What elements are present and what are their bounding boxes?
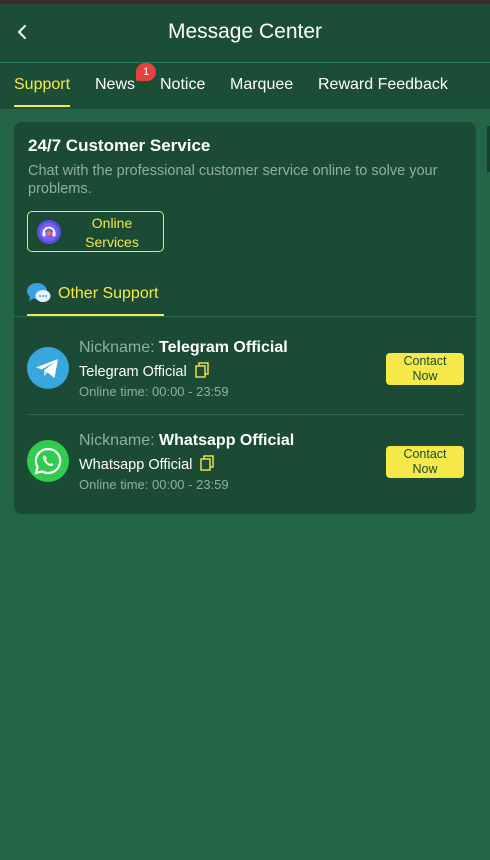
news-badge: 1 xyxy=(136,63,156,81)
contact-now-label: Contact Now xyxy=(403,447,447,476)
tab-support[interactable]: Support xyxy=(14,76,70,94)
online-time-label: Online time: xyxy=(79,384,149,399)
page-title: Message Center xyxy=(167,20,323,43)
nickname-label: Nickname: xyxy=(79,339,155,356)
other-support-underline xyxy=(27,314,164,316)
active-tab-indicator xyxy=(14,105,70,107)
copy-icon[interactable] xyxy=(200,455,215,471)
row-divider xyxy=(27,414,464,415)
tab-reward-feedback[interactable]: Reward Feedback xyxy=(318,76,448,94)
online-services-label-line1: Online xyxy=(91,215,133,231)
telegram-icon xyxy=(27,347,69,389)
online-services-label-line2: Services xyxy=(85,234,139,250)
section-divider xyxy=(14,316,476,317)
telegram-name-row: Telegram Official xyxy=(79,362,209,380)
contact-row-telegram: Nickname: Telegram Official Telegram Off… xyxy=(14,330,476,420)
online-services-button[interactable]: Online Services xyxy=(27,211,164,252)
tab-notice[interactable]: Notice xyxy=(160,76,205,94)
contact-now-button-telegram[interactable]: Contact Now xyxy=(386,353,464,385)
whatsapp-online-time: Online time: 00:00 - 23:59 xyxy=(79,477,229,492)
nickname-label: Nickname: xyxy=(79,432,155,449)
contact-now-button-whatsapp[interactable]: Contact Now xyxy=(386,446,464,478)
copy-icon[interactable] xyxy=(195,362,209,378)
support-card: 24/7 Customer Service Chat with the prof… xyxy=(14,122,476,514)
customer-service-description: Chat with the professional customer serv… xyxy=(28,163,438,197)
whatsapp-nickname: Nickname: Whatsapp Official xyxy=(79,432,294,450)
whatsapp-icon xyxy=(27,440,69,482)
nickname-value: Telegram Official xyxy=(159,339,288,356)
tab-news[interactable]: News xyxy=(95,76,135,94)
online-time-label: Online time: xyxy=(79,477,149,492)
online-services-label: Online Services xyxy=(72,214,152,252)
telegram-online-time: Online time: 00:00 - 23:59 xyxy=(79,384,229,399)
whatsapp-name-row: Whatsapp Official xyxy=(79,455,215,473)
headset-icon xyxy=(37,220,61,244)
online-time-value: 00:00 - 23:59 xyxy=(152,477,229,492)
online-time-value: 00:00 - 23:59 xyxy=(152,384,229,399)
contact-row-whatsapp: Nickname: Whatsapp Official Whatsapp Off… xyxy=(14,423,476,513)
tab-bar: Support News 1 Notice Marquee Reward Fee… xyxy=(0,63,490,172)
tab-marquee[interactable]: Marquee xyxy=(230,76,293,94)
header-bar: Message Center xyxy=(0,4,490,63)
customer-service-title: 24/7 Customer Service xyxy=(28,136,211,155)
contact-name: Telegram Official xyxy=(79,364,187,380)
telegram-nickname: Nickname: Telegram Official xyxy=(79,339,288,357)
contact-name: Whatsapp Official xyxy=(79,457,193,473)
chat-bubbles-icon xyxy=(27,283,51,302)
other-support-label: Other Support xyxy=(58,285,159,302)
nickname-value: Whatsapp Official xyxy=(159,432,295,449)
contact-now-label: Contact Now xyxy=(403,354,447,383)
